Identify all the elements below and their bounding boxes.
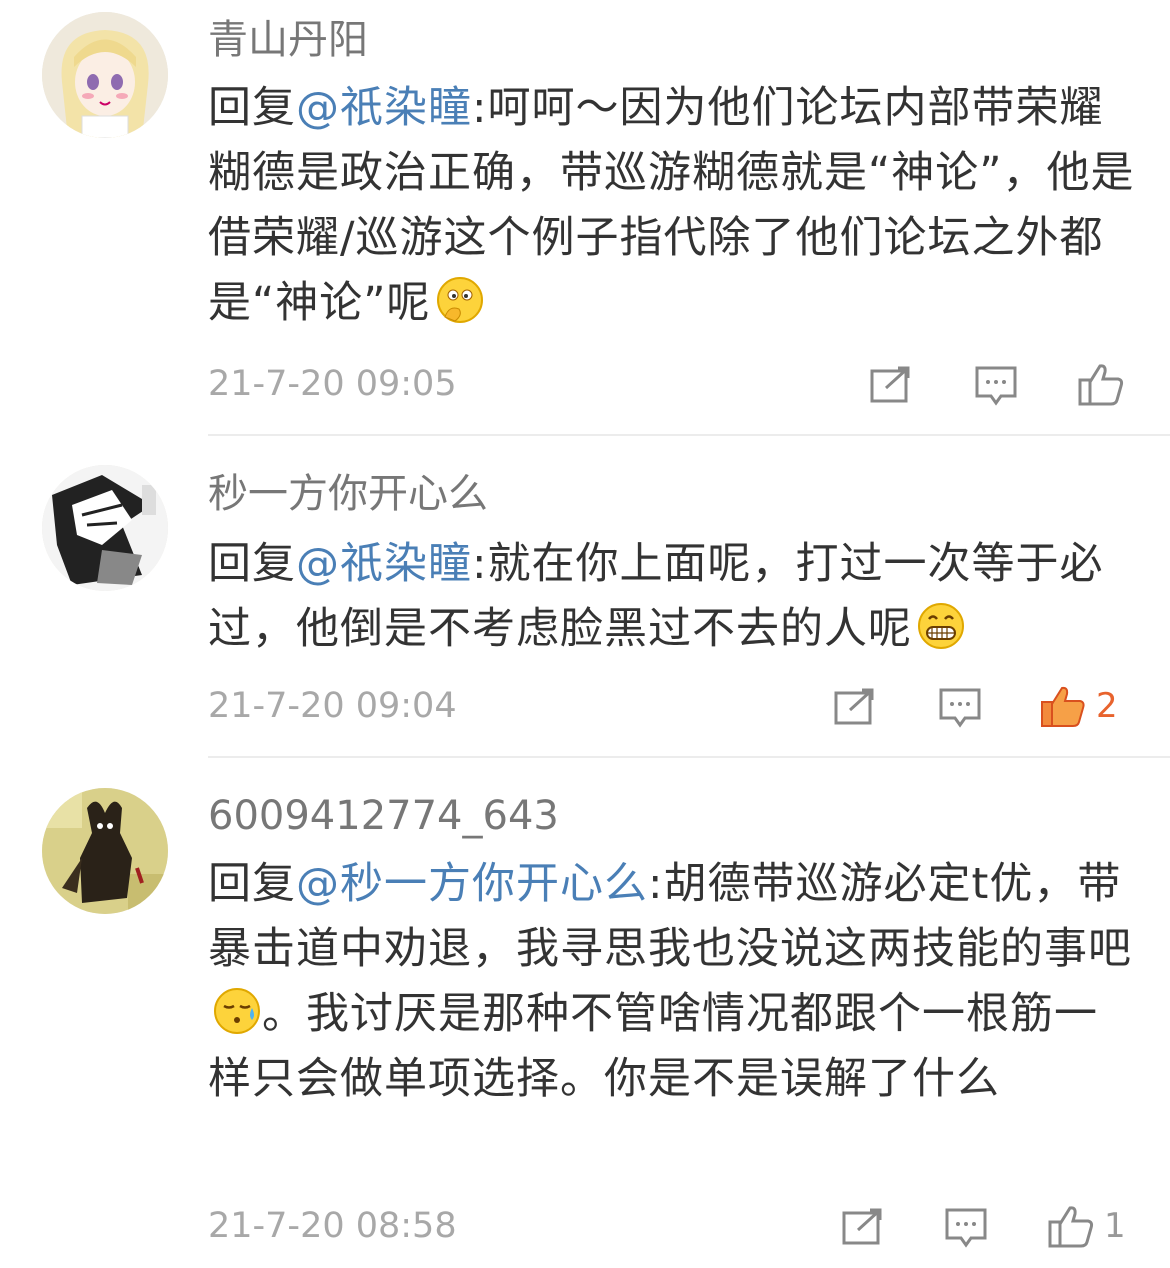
timestamp: 21-7-20 09:05 [208, 364, 457, 404]
share-button[interactable] [842, 1208, 884, 1246]
like-count: 1 [1104, 1206, 1126, 1246]
divider [208, 756, 1170, 758]
timestamp: 21-7-20 09:04 [208, 686, 457, 726]
like-button[interactable]: 1 [1048, 1204, 1126, 1248]
divider [208, 434, 1170, 436]
mention-link[interactable]: @秒一方你开心么 [296, 859, 648, 909]
username[interactable]: 秒一方你开心么 [208, 470, 488, 518]
reply-button[interactable] [945, 1208, 987, 1248]
comment-body-continued: 。我讨厌是那种不管啥情况都跟个一根筋一样只会做单项选择。你是不是误解了什么 [208, 989, 1098, 1104]
thumbs-up-icon [1078, 364, 1124, 406]
share-icon [842, 1208, 882, 1245]
reply-prefix: 回复 [208, 539, 296, 589]
sweat-emoji-icon [212, 986, 262, 1036]
reply-prefix: 回复 [208, 859, 296, 909]
comment-icon [945, 1208, 987, 1248]
thumbs-up-icon [1048, 1206, 1094, 1248]
share-icon [870, 366, 910, 403]
username[interactable]: 青山丹阳 [208, 16, 368, 64]
comment-text: 回复@秒一方你开心么:胡德带巡游必定t优，带暴击道中劝退，我寻思我也没说这两技能… [208, 852, 1138, 1112]
like-button[interactable] [1078, 362, 1134, 406]
mention-link[interactable]: @祇染瞳 [296, 539, 472, 589]
avatar[interactable] [42, 788, 168, 914]
reply-button[interactable] [975, 366, 1017, 406]
username[interactable]: 6009412774_643 [208, 792, 559, 840]
comment-icon [975, 366, 1017, 406]
avatar[interactable] [42, 12, 168, 138]
like-count: 2 [1096, 686, 1118, 726]
timestamp: 21-7-20 08:58 [208, 1206, 457, 1246]
avatar[interactable] [42, 465, 168, 591]
comment-text: 回复@祇染瞳:呵呵～因为他们论坛内部带荣耀糊德是政治正确，带巡游糊德就是“神论”… [208, 76, 1138, 336]
share-button[interactable] [834, 688, 876, 726]
thinking-emoji-icon [435, 275, 485, 325]
reply-prefix: 回复 [208, 83, 296, 133]
like-button[interactable]: 2 [1040, 684, 1118, 728]
comment-text: 回复@祇染瞳:就在你上面呢，打过一次等于必过，他倒是不考虑脸黑过不去的人呢 [208, 532, 1138, 662]
share-icon [834, 688, 874, 725]
thumbs-up-filled-icon [1041, 686, 1085, 727]
mention-link[interactable]: @祇染瞳 [296, 83, 472, 133]
reply-button[interactable] [939, 688, 981, 728]
grin-emoji-icon [916, 601, 966, 651]
comment-icon [939, 688, 981, 728]
share-button[interactable] [870, 366, 912, 404]
